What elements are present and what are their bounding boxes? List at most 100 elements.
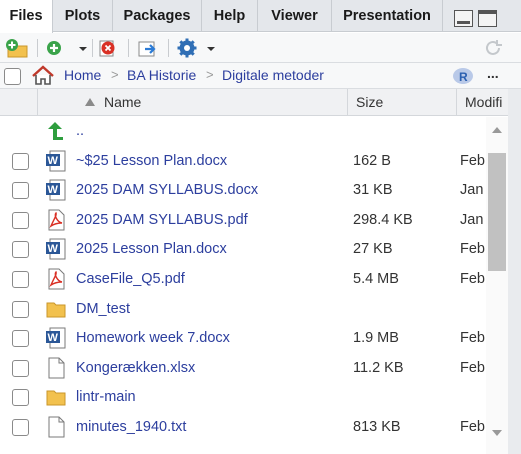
minimize-pane-button[interactable] xyxy=(454,10,473,27)
file-name[interactable]: Kongerækken.xlsx xyxy=(76,360,195,376)
row-checkbox[interactable] xyxy=(12,241,29,259)
word-document-icon: W xyxy=(46,150,66,172)
word-document-icon: W xyxy=(46,179,66,201)
scrollbar-thumb[interactable] xyxy=(488,153,506,271)
file-name[interactable]: Homework week 7.docx xyxy=(76,330,230,346)
sort-ascending-icon xyxy=(85,98,95,106)
new-folder-icon[interactable] xyxy=(5,37,31,59)
list-item-parent-directory[interactable]: .. xyxy=(0,117,486,147)
file-size: 31 KB xyxy=(353,182,393,199)
file-modified: Feb 1, xyxy=(460,241,486,258)
file-modified: Jan 30, xyxy=(460,211,486,228)
file-name[interactable]: 2025 DAM SYLLABUS.docx xyxy=(76,182,258,198)
chevron-down-icon[interactable] xyxy=(77,37,89,59)
list-item[interactable]: lintr-main xyxy=(0,383,486,413)
file-size: 27 KB xyxy=(353,241,393,258)
pane-tab-bar: Files Plots Packages Help Viewer Present… xyxy=(0,0,521,33)
more-options-button[interactable]: ... xyxy=(487,65,499,81)
new-blank-file-icon[interactable] xyxy=(44,37,66,59)
file-size: 1.9 MB xyxy=(353,330,399,347)
svg-text:W: W xyxy=(48,184,59,196)
tab-presentation[interactable]: Presentation xyxy=(332,0,443,32)
select-all-checkbox[interactable] xyxy=(4,68,21,85)
svg-text:R: R xyxy=(459,70,468,84)
breadcrumb-separator: > xyxy=(206,67,214,82)
breadcrumb-home[interactable]: Home xyxy=(64,67,101,83)
svg-text:W: W xyxy=(48,243,59,255)
column-header-size[interactable]: Size xyxy=(356,94,383,110)
row-checkbox[interactable] xyxy=(12,359,29,377)
row-checkbox[interactable] xyxy=(12,330,29,348)
file-name[interactable]: lintr-main xyxy=(76,389,136,405)
tab-viewer[interactable]: Viewer xyxy=(258,0,332,32)
file-modified: Feb 14 xyxy=(460,359,486,376)
row-checkbox[interactable] xyxy=(12,271,29,288)
toolbar-separator xyxy=(168,39,169,57)
column-header-modified[interactable]: Modifi xyxy=(465,94,502,110)
list-item[interactable]: W Homework week 7.docx 1.9 MB Feb 14 xyxy=(0,324,486,354)
row-checkbox[interactable] xyxy=(12,152,29,170)
chevron-down-icon[interactable] xyxy=(205,37,217,59)
folder-icon xyxy=(46,390,66,406)
svg-text:W: W xyxy=(48,155,59,167)
word-document-icon: W xyxy=(46,238,66,260)
list-item[interactable]: W 2025 DAM SYLLABUS.docx 31 KB Jan 30, xyxy=(0,176,486,206)
file-name[interactable]: 2025 DAM SYLLABUS.pdf xyxy=(76,212,248,228)
toolbar-separator xyxy=(128,39,129,57)
r-project-icon[interactable]: R xyxy=(452,65,474,87)
file-name[interactable]: 2025 Lesson Plan.docx xyxy=(76,241,227,257)
refresh-icon[interactable] xyxy=(482,37,504,59)
gear-icon[interactable] xyxy=(175,37,201,59)
tab-plots[interactable]: Plots xyxy=(53,0,113,32)
list-item[interactable]: 2025 DAM SYLLABUS.pdf 298.4 KB Jan 30, xyxy=(0,206,486,236)
file-name[interactable]: CaseFile_Q5.pdf xyxy=(76,271,185,287)
delete-icon[interactable] xyxy=(98,37,122,59)
row-checkbox[interactable] xyxy=(12,182,29,200)
pdf-document-icon xyxy=(48,268,65,290)
row-checkbox[interactable] xyxy=(12,300,29,318)
column-divider xyxy=(456,89,457,116)
list-item[interactable]: W 2025 Lesson Plan.docx 27 KB Feb 1, xyxy=(0,235,486,265)
file-size: 11.2 KB xyxy=(353,359,404,376)
maximize-pane-button[interactable] xyxy=(478,10,497,27)
row-checkbox[interactable] xyxy=(12,419,29,436)
row-checkbox[interactable] xyxy=(12,389,29,407)
file-size: 162 B xyxy=(353,152,391,169)
scroll-down-arrow-icon[interactable] xyxy=(492,430,502,436)
tab-packages[interactable]: Packages xyxy=(113,0,202,32)
breadcrumb: Home > BA Historie > Digitale metoder R … xyxy=(0,63,521,89)
svg-text:W: W xyxy=(48,332,59,344)
rename-icon[interactable] xyxy=(136,37,162,59)
pdf-document-icon xyxy=(48,209,65,231)
breadcrumb-digitale-metoder[interactable]: Digitale metoder xyxy=(222,67,324,83)
vertical-scrollbar[interactable] xyxy=(486,117,508,454)
home-icon[interactable] xyxy=(31,65,55,86)
file-name[interactable]: DM_test xyxy=(76,301,130,317)
column-header-name[interactable]: Name xyxy=(104,94,141,110)
breadcrumb-ba-historie[interactable]: BA Historie xyxy=(127,67,196,83)
blank-file-icon xyxy=(48,357,65,379)
list-item[interactable]: DM_test xyxy=(0,295,486,325)
file-name[interactable]: .. xyxy=(76,123,84,139)
list-item[interactable]: CaseFile_Q5.pdf 5.4 MB Feb 3, xyxy=(0,265,486,295)
file-modified: Jan 30, xyxy=(460,182,486,199)
list-item[interactable]: Kongerækken.xlsx 11.2 KB Feb 14 xyxy=(0,354,486,384)
file-name[interactable]: minutes_1940.txt xyxy=(76,419,186,435)
tab-help[interactable]: Help xyxy=(202,0,258,32)
file-size: 5.4 MB xyxy=(353,271,399,287)
breadcrumb-separator: > xyxy=(111,67,119,82)
list-item[interactable]: W ~$25 Lesson Plan.docx 162 B Feb 21 xyxy=(0,147,486,177)
toolbar-separator xyxy=(37,39,38,57)
file-name[interactable]: ~$25 Lesson Plan.docx xyxy=(76,153,227,169)
row-checkbox[interactable] xyxy=(12,211,29,229)
list-item[interactable]: minutes_1940.txt 813 KB Feb 3 xyxy=(0,413,486,443)
file-size: 298.4 KB xyxy=(353,211,413,228)
scroll-up-arrow-icon[interactable] xyxy=(492,127,502,133)
blank-file-icon xyxy=(48,416,65,438)
go-up-arrow-icon xyxy=(48,122,63,140)
file-modified: Feb 14 xyxy=(460,330,486,347)
toolbar-separator xyxy=(92,39,93,57)
tab-files[interactable]: Files xyxy=(0,0,53,33)
files-toolbar xyxy=(0,33,521,63)
pane-right-edge xyxy=(508,89,521,454)
